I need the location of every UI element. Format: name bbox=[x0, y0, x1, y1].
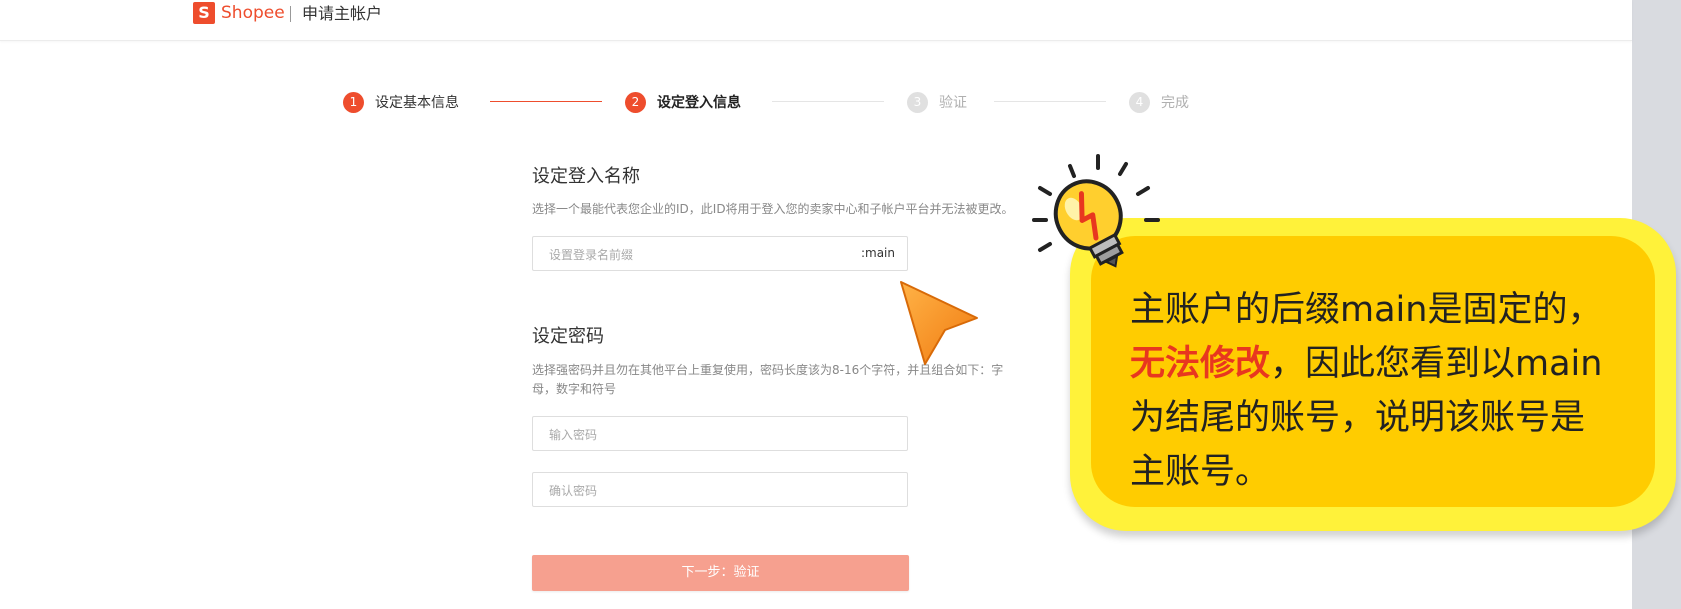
step-connector bbox=[772, 101, 884, 102]
step-number: 1 bbox=[343, 91, 364, 113]
brand-name[interactable]: Shopee bbox=[221, 2, 285, 24]
step-connector bbox=[490, 101, 602, 102]
top-bar: S Shopee 申请主帐户 bbox=[0, 0, 1632, 41]
step-label: 验证 bbox=[939, 95, 967, 111]
password-input[interactable]: 输入密码 bbox=[532, 416, 908, 451]
callout-line-2-rest: ，因此您看到以main bbox=[1270, 344, 1603, 384]
step-label: 设定登入信息 bbox=[657, 95, 741, 111]
login-name-title: 设定登入名称 bbox=[532, 166, 640, 187]
lightbulb-icon bbox=[1032, 154, 1160, 268]
callout-text: 主账户的后缀main是固定的， 无法修改，因此您看到以main 为结尾的账号，说… bbox=[1130, 283, 1635, 499]
step-number: 2 bbox=[625, 91, 646, 113]
callout-line-3: 为结尾的账号，说明该账号是 bbox=[1130, 398, 1586, 438]
login-name-placeholder: 设置登录名前缀 bbox=[549, 248, 634, 262]
pointer-arrow-icon bbox=[900, 281, 978, 365]
callout-line-1: 主账户的后缀main是固定的， bbox=[1130, 290, 1603, 330]
step-basic-info: 1 设定基本信息 bbox=[343, 91, 459, 113]
password-description-line2: 母，数字和符号 bbox=[532, 382, 617, 396]
page-title: 申请主帐户 bbox=[302, 4, 383, 23]
step-connector bbox=[994, 101, 1106, 102]
step-number: 4 bbox=[1129, 91, 1150, 113]
callout-line-4: 主账号。 bbox=[1130, 452, 1271, 492]
step-login-info: 2 设定登入信息 bbox=[625, 91, 741, 113]
step-label: 完成 bbox=[1161, 95, 1189, 111]
callout-line-2: 无法修改，因此您看到以main bbox=[1130, 337, 1635, 391]
confirm-password-input[interactable]: 确认密码 bbox=[532, 472, 908, 507]
next-verify-button[interactable]: 下一步：验证 bbox=[532, 555, 909, 591]
confirm-password-placeholder: 确认密码 bbox=[549, 484, 598, 498]
login-name-description: 选择一个最能代表您企业的ID，此ID将用于登入您的卖家中心和子帐户平台并无法被更… bbox=[532, 202, 1014, 216]
password-title: 设定密码 bbox=[532, 326, 604, 347]
step-number: 3 bbox=[907, 91, 928, 113]
shopee-logo-icon[interactable]: S bbox=[193, 2, 215, 24]
callout-emphasis: 无法修改 bbox=[1130, 344, 1271, 384]
login-name-input[interactable]: 设置登录名前缀 :main bbox=[532, 236, 908, 271]
password-placeholder: 输入密码 bbox=[549, 428, 598, 442]
step-verify: 3 验证 bbox=[907, 91, 967, 113]
header-divider bbox=[290, 6, 291, 22]
step-label: 设定基本信息 bbox=[375, 95, 459, 111]
login-name-suffix: :main bbox=[860, 246, 895, 260]
step-complete: 4 完成 bbox=[1129, 91, 1189, 113]
